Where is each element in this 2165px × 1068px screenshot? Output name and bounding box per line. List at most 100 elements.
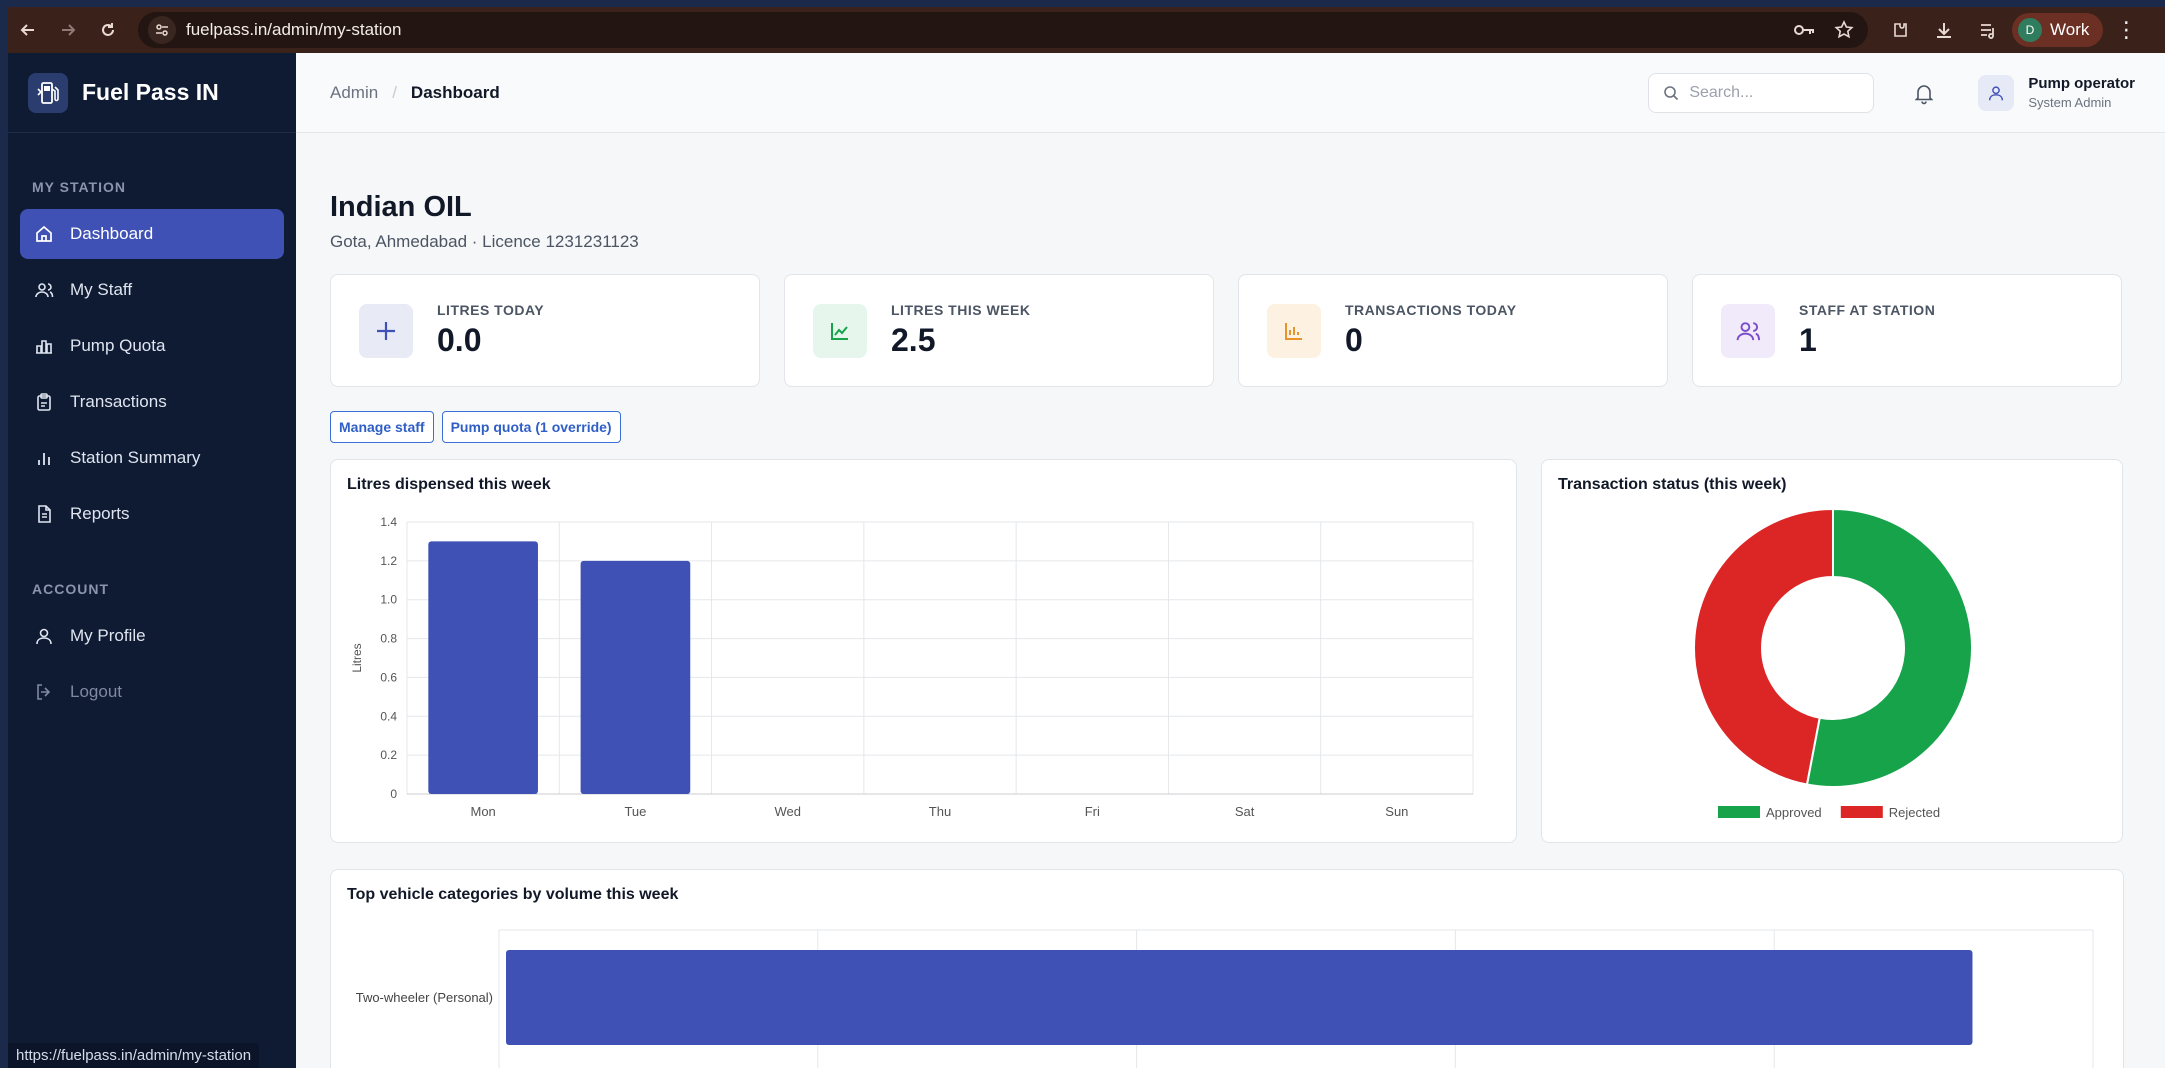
sidebar-item-label: Dashboard bbox=[70, 224, 154, 243]
stat-label: TRANSACTIONS TODAY bbox=[1345, 302, 1517, 318]
document-icon bbox=[38, 505, 51, 523]
manage-staff-button[interactable]: Manage staff bbox=[330, 411, 434, 443]
extensions-icon[interactable] bbox=[1890, 20, 1910, 40]
logout-icon bbox=[37, 684, 51, 700]
stat-value: 0.0 bbox=[437, 322, 482, 358]
back-icon[interactable] bbox=[8, 10, 48, 50]
litres-chart-card: Litres dispensed this week 0 0.2 0.4 0.6 0.8… bbox=[330, 459, 1517, 843]
bar bbox=[580, 560, 691, 794]
y-tick-label: 0 bbox=[390, 787, 397, 801]
main-content: Admin / Dashboard Search... Pump operato… bbox=[296, 53, 2165, 1068]
litres-bar-chart: 0 0.2 0.4 0.6 0.8 1.0 1.2 1.4 Mon Tue Wed Thu Fri Sat… bbox=[350, 515, 1474, 819]
bar-icon bbox=[1267, 303, 1321, 358]
page-title: Indian OIL bbox=[330, 191, 472, 223]
sidebar-item-logout[interactable]: Logout bbox=[20, 667, 284, 717]
browser-menu-icon[interactable]: ⋮ bbox=[2115, 17, 2137, 43]
notification-bell-icon[interactable] bbox=[1912, 81, 1936, 105]
sidebar-item-label: Transactions bbox=[70, 392, 167, 411]
chart-title: Top vehicle categories by volume this we… bbox=[347, 886, 679, 903]
site-settings-icon[interactable] bbox=[148, 16, 176, 44]
stat-value: 2.5 bbox=[891, 322, 936, 358]
bar-chart-icon bbox=[36, 340, 52, 354]
sidebar-item-label: Reports bbox=[70, 504, 130, 523]
browser-toolbar: fuelpass.in/admin/my-station D Work ⋮ bbox=[8, 7, 2165, 53]
stat-card-litres-week: LITRES THIS WEEK 2.5 bbox=[784, 274, 1214, 387]
trend-icon bbox=[813, 303, 867, 358]
user-name: Pump operator bbox=[2028, 75, 2135, 92]
search-icon bbox=[1664, 85, 1679, 100]
stat-card-staff: STAFF AT STATION 1 bbox=[1692, 274, 2122, 387]
legend-swatch bbox=[1840, 806, 1883, 818]
vehicle-chart-card: Top vehicle categories by volume this we… bbox=[330, 869, 2124, 1068]
brand[interactable]: Fuel Pass IN bbox=[8, 53, 296, 133]
y-tick-label: 1.4 bbox=[380, 515, 397, 529]
address-bar[interactable]: fuelpass.in/admin/my-station bbox=[138, 12, 1868, 48]
user-icon bbox=[36, 628, 52, 645]
breadcrumb-current: Dashboard bbox=[410, 82, 500, 102]
reload-icon[interactable] bbox=[88, 10, 128, 50]
sidebar-item-my-staff[interactable]: My Staff bbox=[20, 265, 284, 315]
status-donut-chart: Approved Rejected bbox=[1693, 507, 1973, 820]
profile-button[interactable]: D Work bbox=[2012, 13, 2104, 47]
legend-swatch bbox=[1718, 806, 1760, 818]
fuel-pump-logo-icon bbox=[28, 72, 68, 113]
profile-avatar: D bbox=[2018, 18, 2042, 42]
stat-label: LITRES THIS WEEK bbox=[891, 302, 1031, 318]
user-role: System Admin bbox=[2028, 95, 2112, 110]
search-input[interactable]: Search... bbox=[1648, 72, 1875, 113]
pie-slice bbox=[1693, 507, 1834, 786]
bookmark-star-icon[interactable] bbox=[1834, 20, 1854, 40]
sidebar-item-label: Station Summary bbox=[70, 448, 201, 467]
sidebar-item-my-profile[interactable]: My Profile bbox=[20, 611, 284, 661]
x-tick-label: Thu bbox=[929, 804, 951, 819]
profile-label: Work bbox=[2050, 20, 2090, 39]
sidebar-item-transactions[interactable]: Transactions bbox=[20, 377, 284, 427]
users-icon bbox=[1721, 303, 1775, 358]
y-tick-label: 0.8 bbox=[380, 632, 397, 646]
chart-icon bbox=[38, 453, 50, 465]
stat-card-litres-today: LITRES TODAY 0.0 bbox=[330, 274, 760, 387]
app-frame: Fuel Pass IN MY STATION Dashboard My Sta… bbox=[8, 53, 2165, 1068]
x-tick-label: Sat bbox=[1235, 804, 1255, 819]
breadcrumb-admin[interactable]: Admin bbox=[330, 83, 378, 103]
clipboard-icon bbox=[37, 393, 51, 411]
user-menu[interactable]: Pump operator System Admin bbox=[1978, 74, 2135, 111]
users-icon bbox=[35, 283, 54, 298]
x-tick-label: Mon bbox=[470, 804, 495, 819]
chart-title: Transaction status (this week) bbox=[1558, 476, 1787, 493]
topbar: Admin / Dashboard Search... Pump operato… bbox=[296, 53, 2165, 133]
x-tick-label: Wed bbox=[774, 804, 801, 819]
sidebar-item-dashboard[interactable]: Dashboard bbox=[20, 209, 284, 259]
sidebar: Fuel Pass IN MY STATION Dashboard My Sta… bbox=[8, 53, 296, 1068]
y-tick-label: 0.2 bbox=[380, 748, 397, 762]
plus-icon bbox=[359, 303, 413, 358]
download-icon[interactable] bbox=[1934, 20, 1954, 40]
x-tick-label: Sun bbox=[1385, 804, 1408, 819]
sidebar-item-label: My Profile bbox=[70, 626, 146, 645]
bar bbox=[506, 950, 1973, 1045]
section-account: ACCOUNT bbox=[32, 581, 109, 597]
sidebar-item-station-summary[interactable]: Station Summary bbox=[20, 433, 284, 483]
stat-value: 1 bbox=[1799, 322, 1817, 358]
url-text[interactable]: fuelpass.in/admin/my-station bbox=[186, 20, 401, 40]
sidebar-item-pump-quota[interactable]: Pump Quota bbox=[20, 321, 284, 371]
sidebar-item-label: Logout bbox=[70, 682, 122, 701]
stat-card-transactions-today: TRANSACTIONS TODAY 0 bbox=[1238, 274, 1668, 387]
home-icon bbox=[36, 225, 52, 242]
y-tick-label: 1.2 bbox=[380, 554, 397, 568]
pump-quota-button[interactable]: Pump quota (1 override) bbox=[441, 411, 621, 443]
sidebar-item-reports[interactable]: Reports bbox=[20, 489, 284, 539]
sidebar-item-label: Pump Quota bbox=[70, 336, 166, 355]
status-chart-card: Transaction status (this week) Approved R… bbox=[1541, 459, 2123, 843]
y-axis-label: Litres bbox=[350, 643, 364, 672]
user-avatar-icon bbox=[1978, 74, 2015, 111]
forward-icon[interactable] bbox=[48, 10, 88, 50]
status-bar-url: https://fuelpass.in/admin/my-station bbox=[8, 1043, 260, 1068]
password-key-icon[interactable] bbox=[1794, 23, 1816, 37]
stat-cards: LITRES TODAY 0.0 LITRES THIS WEEK 2.5 TR… bbox=[330, 274, 2131, 387]
media-queue-icon[interactable] bbox=[1978, 20, 1998, 40]
y-tick-label: Two-wheeler (Personal) bbox=[356, 990, 493, 1005]
bar bbox=[428, 541, 538, 794]
x-tick-label: Tue bbox=[624, 804, 646, 819]
x-tick-label: Fri bbox=[1085, 804, 1100, 819]
